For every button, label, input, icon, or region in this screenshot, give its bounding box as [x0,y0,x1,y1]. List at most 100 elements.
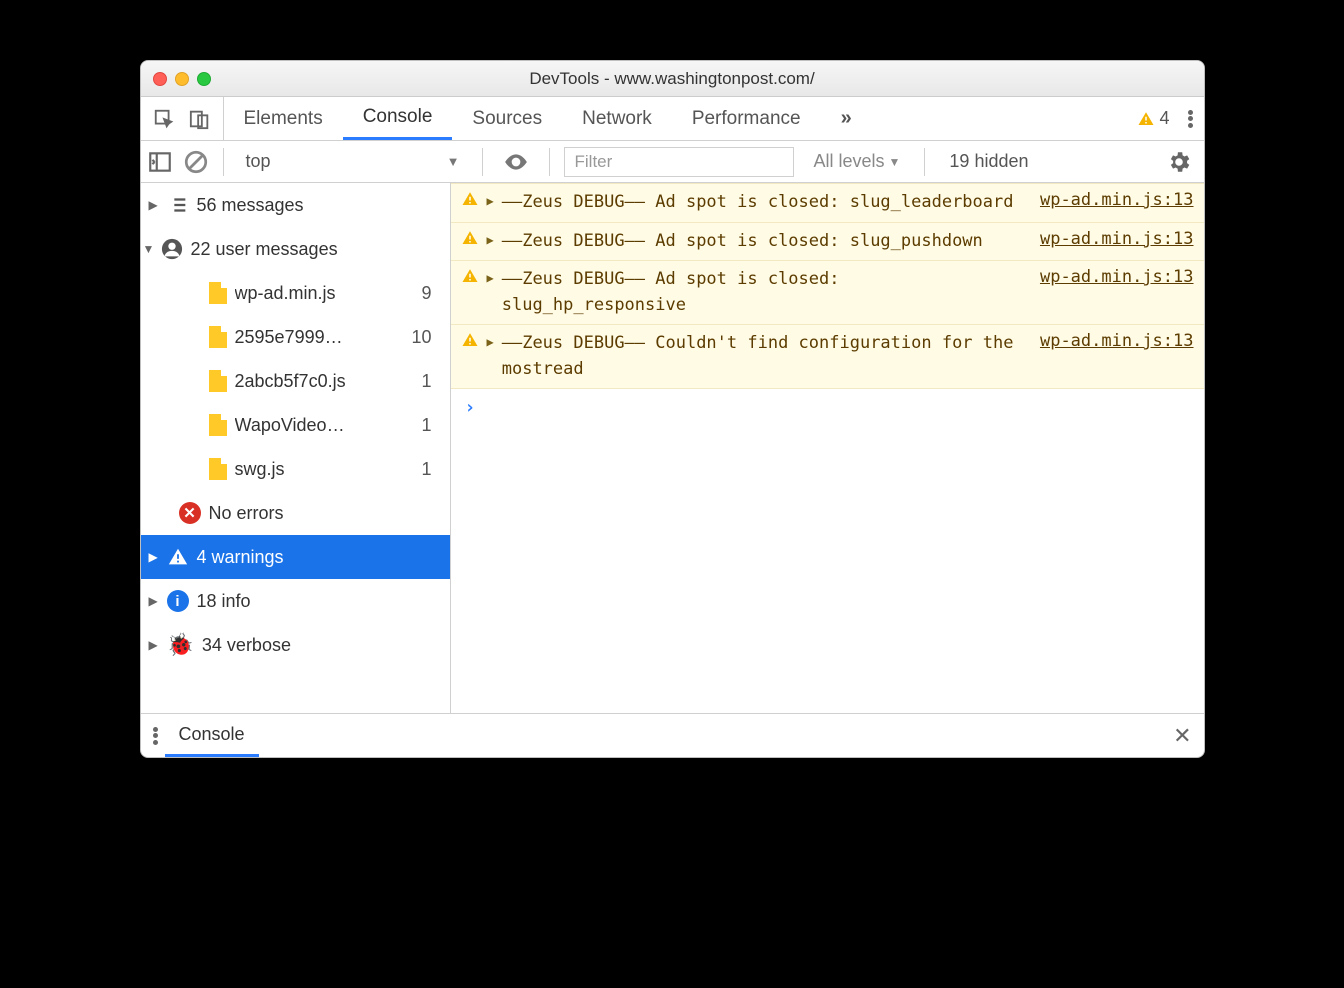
sidebar-verbose[interactable]: ▶ 🐞 34 verbose [141,623,450,667]
console-log-entry[interactable]: ▶ ––Zeus DEBUG–– Ad spot is closed: slug… [451,183,1204,223]
drawer-tab-console[interactable]: Console [165,714,259,757]
file-name: 2595e7999… [235,327,343,348]
expand-icon: ▶ [487,335,494,382]
dropdown-arrow-icon: ▼ [889,155,901,169]
device-toolbar-icon[interactable] [189,108,211,130]
warnings-badge-count: 4 [1159,108,1169,129]
settings-menu-icon[interactable] [1188,108,1194,130]
devtools-window: DevTools - www.washingtonpost.com/ Eleme… [140,60,1205,758]
file-icon [209,414,227,436]
console-settings-icon[interactable] [1166,149,1192,175]
warning-icon [461,331,479,382]
console-prompt[interactable]: › [451,389,1204,426]
close-drawer-icon[interactable]: ✕ [1173,723,1191,749]
file-count: 1 [421,371,431,392]
file-icon [209,370,227,392]
toggle-sidebar-icon[interactable] [147,149,173,175]
console-log-list: ▶ ––Zeus DEBUG–– Ad spot is closed: slug… [451,183,1204,713]
user-icon [161,238,183,260]
console-sidebar: ▶ 56 messages ▼ 22 user messages wp-ad.m… [141,183,451,713]
sidebar-file-item[interactable]: swg.js 1 [141,447,450,491]
warning-icon [461,190,479,216]
sidebar-item-label: 22 user messages [191,239,338,260]
inspect-element-icon[interactable] [153,108,175,130]
drawer-menu-icon[interactable] [153,725,159,747]
file-count: 1 [421,459,431,480]
tab-overflow[interactable]: » [821,97,868,140]
sidebar-item-label: 34 verbose [202,635,291,656]
sidebar-file-item[interactable]: wp-ad.min.js 9 [141,271,450,315]
minimize-window-button[interactable] [175,72,189,86]
main-tabbar: Elements Console Sources Network Perform… [141,97,1204,141]
tab-console[interactable]: Console [343,97,453,140]
expand-icon: ▶ [149,198,159,212]
file-name: swg.js [235,459,285,480]
log-message: ––Zeus DEBUG–– Ad spot is closed: slug_l… [502,190,1022,216]
console-toolbar: top ▼ All levels ▼ 19 hidden [141,141,1204,183]
sidebar-user-messages[interactable]: ▼ 22 user messages [141,227,450,271]
log-message: ––Zeus DEBUG–– Ad spot is closed: slug_h… [502,267,1022,318]
tab-performance[interactable]: Performance [672,97,821,140]
dropdown-arrow-icon: ▼ [447,154,460,169]
sidebar-item-label: No errors [209,503,284,524]
sidebar-item-label: 56 messages [197,195,304,216]
filter-input[interactable] [564,147,794,177]
log-source-link[interactable]: wp-ad.min.js:13 [1040,331,1194,382]
file-name: WapoVideo… [235,415,345,436]
expand-icon: ▶ [149,594,159,608]
file-icon [209,326,227,348]
log-message: ––Zeus DEBUG–– Ad spot is closed: slug_p… [502,229,1022,255]
hidden-messages-count[interactable]: 19 hidden [939,151,1038,172]
expand-icon: ▶ [149,638,159,652]
clear-console-icon[interactable] [183,149,209,175]
file-name: wp-ad.min.js [235,283,336,304]
expand-icon: ▶ [149,550,159,564]
sidebar-file-item[interactable]: 2595e7999… 10 [141,315,450,359]
console-log-entry[interactable]: ▶ ––Zeus DEBUG–– Ad spot is closed: slug… [451,261,1204,325]
warning-icon [167,546,189,568]
drawer: Console ✕ [141,713,1204,757]
file-icon [209,282,227,304]
sidebar-warnings[interactable]: ▶ 4 warnings [141,535,450,579]
warnings-badge[interactable]: 4 [1137,108,1169,129]
titlebar: DevTools - www.washingtonpost.com/ [141,61,1204,97]
tab-sources[interactable]: Sources [452,97,562,140]
log-message: ––Zeus DEBUG–– Couldn't find configurati… [502,331,1022,382]
expand-icon: ▶ [487,271,494,318]
traffic-lights [153,72,211,86]
close-window-button[interactable] [153,72,167,86]
log-source-link[interactable]: wp-ad.min.js:13 [1040,190,1194,216]
collapse-icon: ▼ [143,242,153,256]
levels-label: All levels [814,151,885,172]
tab-network[interactable]: Network [562,97,672,140]
expand-icon: ▶ [487,233,494,255]
file-count: 1 [421,415,431,436]
list-icon [167,194,189,216]
file-name: 2abcb5f7c0.js [235,371,346,392]
file-icon [209,458,227,480]
panel-tabs: Elements Console Sources Network Perform… [224,97,868,140]
console-log-entry[interactable]: ▶ ––Zeus DEBUG–– Couldn't find configura… [451,325,1204,389]
sidebar-messages[interactable]: ▶ 56 messages [141,183,450,227]
sidebar-errors[interactable]: ✕ No errors [141,491,450,535]
console-log-entry[interactable]: ▶ ––Zeus DEBUG–– Ad spot is closed: slug… [451,223,1204,262]
execution-context-selector[interactable]: top ▼ [238,151,468,172]
sidebar-item-label: 18 info [197,591,251,612]
tab-elements[interactable]: Elements [224,97,343,140]
sidebar-info[interactable]: ▶ i 18 info [141,579,450,623]
sidebar-file-item[interactable]: WapoVideo… 1 [141,403,450,447]
live-expression-icon[interactable] [503,149,529,175]
log-source-link[interactable]: wp-ad.min.js:13 [1040,229,1194,255]
warning-icon [1137,110,1155,128]
file-count: 10 [411,327,431,348]
sidebar-file-item[interactable]: 2abcb5f7c0.js 1 [141,359,450,403]
log-levels-selector[interactable]: All levels ▼ [804,151,911,172]
info-icon: i [167,590,189,612]
expand-icon: ▶ [487,194,494,216]
log-source-link[interactable]: wp-ad.min.js:13 [1040,267,1194,318]
window-title: DevTools - www.washingtonpost.com/ [141,69,1204,89]
context-label: top [246,151,271,172]
zoom-window-button[interactable] [197,72,211,86]
error-icon: ✕ [179,502,201,524]
warning-icon [461,229,479,255]
